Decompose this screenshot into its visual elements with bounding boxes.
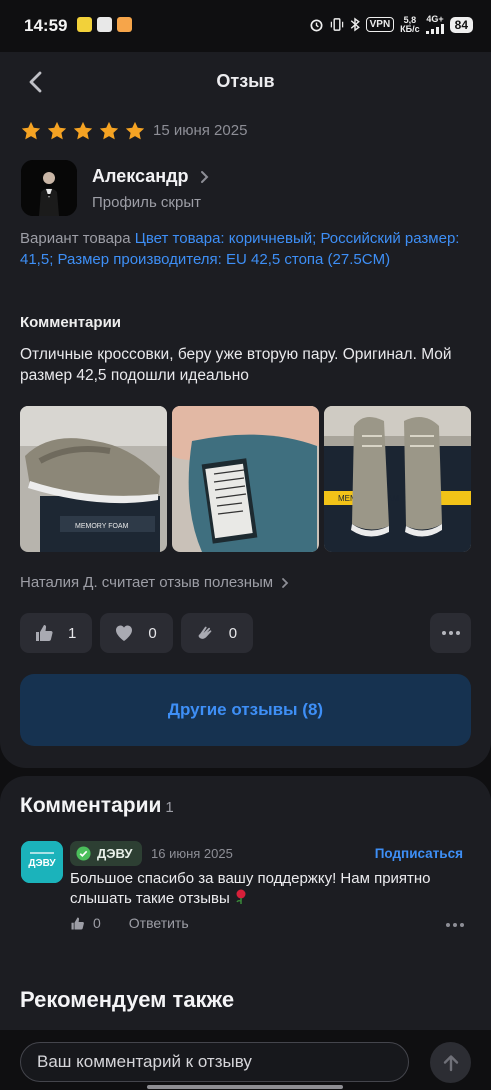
comments-heading: Комментарии 1 (20, 794, 174, 817)
review-card: Отзыв 15 июня 2025 Александр Профиль скр… (0, 52, 491, 768)
rose-emoji-icon (236, 889, 246, 904)
review-text: Отличные кроссовки, беру уже вторую пару… (20, 346, 452, 384)
verified-check-icon (76, 846, 91, 861)
top-bar: Отзыв (0, 52, 491, 112)
status-time: 14:59 (24, 16, 68, 35)
comment-text: Большое спасибо за вашу поддержку! Нам п… (70, 870, 431, 907)
notification-icons (77, 17, 132, 32)
heart-icon (116, 625, 133, 641)
app-notification-icon (117, 17, 132, 32)
subscribe-button[interactable]: Подписаться (375, 846, 463, 861)
bluetooth-icon (350, 17, 360, 32)
comment-actions: 0 Ответить (70, 915, 189, 931)
heart-button[interactable]: 0 (100, 613, 173, 653)
variant-label: Вариант товара (20, 230, 131, 247)
star-icon (47, 121, 67, 140)
app-notification-icon (97, 17, 112, 32)
vibrate-icon (330, 18, 343, 31)
product-variant: Вариант товара Цвет товара: коричневый; … (20, 228, 460, 270)
review-photo-2[interactable] (172, 406, 319, 552)
star-icon (73, 121, 93, 140)
like-button[interactable]: 1 (20, 613, 93, 653)
review-photo-1[interactable]: MEMORY FOAM (20, 406, 167, 552)
comment-heading: Комментарии (20, 314, 122, 331)
thumbs-up-icon (36, 625, 53, 641)
brand-logo[interactable]: ДЭВУ (21, 841, 63, 883)
weather-icon (77, 17, 92, 32)
status-bar: 14:59 VPN 5,8 КБ/с 4G+ 84 (0, 0, 491, 52)
avatar[interactable] (21, 160, 77, 216)
signal-indicator: 4G+ (425, 15, 444, 34)
comment-input[interactable] (20, 1042, 409, 1082)
chevron-right-icon (200, 170, 208, 183)
clapping-hands-icon (198, 626, 212, 639)
star-icon (99, 121, 119, 140)
author-name[interactable]: Александр (92, 166, 209, 187)
home-indicator (147, 1085, 343, 1089)
more-options-button[interactable] (430, 613, 471, 653)
thumbs-up-icon[interactable] (70, 916, 85, 931)
clap-button[interactable]: 0 (180, 613, 254, 653)
review-photo-3[interactable]: MEMORY FOAM (324, 406, 471, 552)
page-title: Отзыв (216, 71, 275, 91)
star-icon (125, 121, 145, 140)
box-label: MEMORY FOAM (75, 523, 129, 530)
network-speed: 5,8 КБ/с (400, 14, 420, 34)
logo-text: ДЭВУ (28, 858, 56, 869)
chevron-right-icon (282, 577, 289, 588)
comment-date: 16 июня 2025 (151, 846, 233, 861)
brand-badge[interactable]: ДЭВУ (70, 841, 142, 866)
battery-level: 84 (449, 16, 473, 33)
comments-count: 1 (165, 799, 174, 816)
alarm-icon (310, 19, 323, 32)
profile-status: Профиль скрыт (92, 194, 201, 211)
review-date: 15 июня 2025 (153, 122, 248, 139)
comment-like-count: 0 (93, 915, 101, 931)
recommend-heading: Рекомендуем также (20, 987, 235, 1012)
helpful-note[interactable]: Наталия Д. считает отзыв полезным (20, 574, 289, 591)
star-icon (21, 121, 41, 140)
reply-button[interactable]: Ответить (129, 915, 189, 931)
send-button[interactable] (430, 1042, 471, 1083)
signal-bars-icon (425, 24, 444, 34)
comment-more-button[interactable] (446, 923, 464, 927)
comment-input-bar (0, 1030, 491, 1090)
vpn-badge: VPN (365, 17, 395, 32)
arrow-up-icon (443, 1054, 458, 1071)
review-photos: MEMORY FOAM (20, 406, 471, 552)
status-right: VPN 5,8 КБ/с 4G+ 84 (309, 15, 473, 34)
other-reviews-button[interactable]: Другие отзывы (8) (20, 674, 471, 746)
reaction-bar: 1 0 0 (20, 613, 254, 653)
rating-stars (20, 120, 146, 142)
